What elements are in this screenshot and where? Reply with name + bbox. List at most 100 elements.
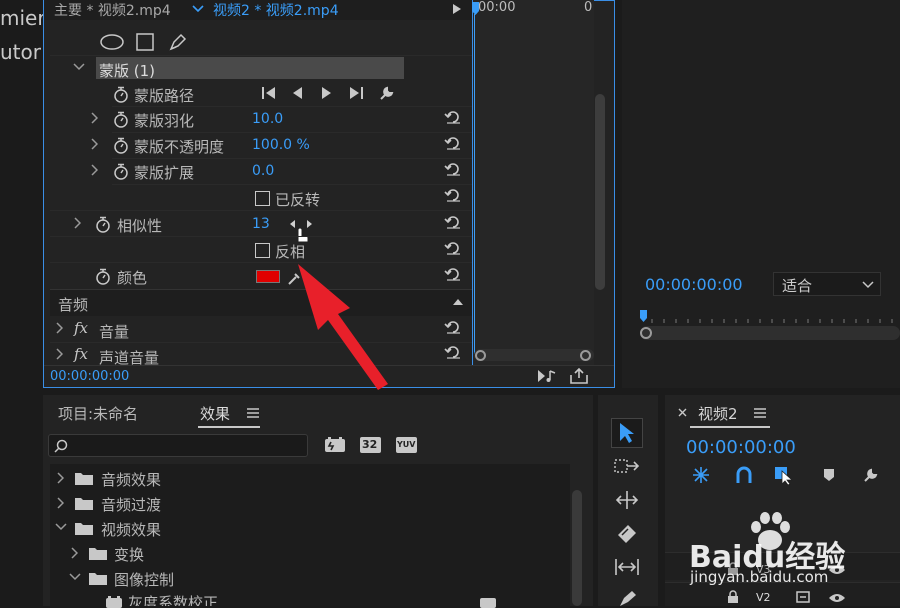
tab-active-clip[interactable]: 视频2 * 视频2.mp4 — [213, 0, 339, 20]
color-swatch[interactable] — [256, 270, 280, 283]
chevron-right-icon[interactable] — [90, 112, 98, 124]
mask-name: 蒙版 (1) — [99, 62, 156, 80]
chevron-right-icon[interactable] — [90, 138, 98, 150]
chevron-right-icon[interactable] — [70, 547, 78, 559]
track-select-tool-icon[interactable] — [614, 458, 640, 474]
opacity-value[interactable]: 100.0 % — [252, 137, 310, 153]
collapse-up-icon[interactable] — [452, 298, 464, 306]
zoom-scrollbar[interactable] — [474, 349, 594, 361]
reset-icon[interactable] — [444, 215, 462, 229]
stopwatch-icon[interactable] — [95, 268, 111, 285]
audio-section-header[interactable] — [50, 289, 472, 316]
track-backward-icon[interactable] — [291, 86, 303, 100]
track-next-frame-icon[interactable] — [348, 86, 364, 100]
hamburger-menu-icon[interactable] — [247, 408, 259, 418]
chevron-down-icon — [862, 280, 874, 290]
chevron-right-icon[interactable] — [90, 164, 98, 176]
ruler-start-label: 00:00 — [478, 0, 516, 15]
zoom-handle-left[interactable] — [475, 350, 486, 361]
lock-icon[interactable] — [727, 590, 739, 604]
nest-toggle-icon[interactable] — [691, 466, 711, 484]
linked-selection-icon[interactable] — [773, 465, 795, 485]
wrench-icon[interactable] — [378, 84, 396, 102]
chevron-down-icon[interactable] — [69, 572, 81, 582]
pen-tool-icon[interactable] — [618, 590, 638, 606]
vertical-scrollbar[interactable] — [595, 94, 605, 290]
ruler-end-label: 0 — [584, 0, 593, 15]
effect-controls-timecode[interactable]: 00:00:00:00 — [50, 369, 129, 384]
folder-icon — [75, 471, 93, 485]
stopwatch-icon[interactable] — [113, 137, 129, 154]
program-time-ruler[interactable] — [640, 310, 900, 324]
pen-mask-icon[interactable] — [168, 32, 188, 52]
track-forward-icon[interactable] — [321, 86, 333, 100]
program-scroll-handle[interactable] — [640, 327, 652, 339]
reset-icon[interactable] — [444, 345, 462, 359]
sequence-name[interactable]: 视频2 — [698, 403, 738, 424]
stopwatch-icon[interactable] — [113, 86, 129, 103]
program-timecode[interactable]: 00:00:00:00 — [645, 275, 743, 294]
razor-tool-icon[interactable] — [616, 523, 638, 543]
chevron-right-icon[interactable] — [55, 322, 63, 334]
ripple-edit-tool-icon[interactable] — [614, 490, 640, 510]
tree-label-transform: 变换 — [114, 546, 145, 564]
invert-checkbox[interactable] — [255, 243, 270, 258]
tab-effects[interactable]: 效果 — [200, 403, 230, 424]
effects-tree-scrollbar[interactable] — [572, 490, 582, 606]
play-audio-icon[interactable] — [537, 369, 557, 383]
stopwatch-icon[interactable] — [113, 111, 129, 128]
timeline-settings-wrench-icon[interactable] — [862, 466, 880, 484]
similarity-value[interactable]: 13 — [252, 216, 270, 232]
effects-search-input[interactable] — [48, 434, 308, 457]
sync-lock-icon[interactable] — [796, 591, 810, 603]
rectangle-mask-icon[interactable] — [136, 33, 154, 51]
program-scrollbar[interactable] — [640, 326, 900, 340]
track-previous-frame-icon[interactable] — [261, 86, 277, 100]
folder-icon — [75, 496, 93, 510]
chevron-down-icon[interactable] — [73, 62, 85, 72]
32bit-filter-label: 32 — [362, 438, 378, 451]
reset-icon[interactable] — [444, 188, 462, 202]
fx-icon[interactable]: fx — [74, 319, 88, 337]
reset-icon[interactable] — [444, 162, 462, 176]
mask-path-label: 蒙版路径 — [134, 87, 195, 105]
reset-icon[interactable] — [444, 267, 462, 281]
volume-label: 音量 — [99, 323, 130, 341]
fx-icon[interactable]: fx — [74, 345, 88, 363]
playhead-line — [474, 14, 475, 354]
export-icon[interactable] — [570, 368, 588, 384]
reset-icon[interactable] — [444, 136, 462, 150]
effect-timeline-area[interactable] — [472, 0, 594, 365]
chevron-down-icon[interactable] — [192, 4, 204, 14]
stopwatch-icon[interactable] — [95, 216, 111, 233]
chevron-right-icon[interactable] — [55, 348, 63, 360]
chevron-down-icon[interactable] — [55, 522, 67, 532]
effect-preset-icon — [106, 596, 122, 608]
snap-magnet-icon[interactable] — [735, 466, 753, 484]
tab-project[interactable]: 项目:未命名 — [58, 403, 138, 424]
folder-icon — [89, 546, 107, 560]
yuv-filter-label: YUV — [397, 440, 416, 449]
add-marker-icon[interactable] — [823, 468, 835, 482]
play-only-icon[interactable] — [452, 3, 462, 15]
eye-icon[interactable] — [828, 593, 846, 603]
tab-main-clip[interactable]: 主要 * 视频2.mp4 — [54, 0, 171, 20]
timeline-timecode[interactable]: 00:00:00:00 — [686, 437, 796, 458]
accelerated-effects-icon[interactable] — [325, 437, 345, 453]
ellipse-mask-icon[interactable] — [100, 34, 124, 50]
hamburger-menu-icon[interactable] — [754, 408, 766, 418]
reset-icon[interactable] — [444, 320, 462, 334]
expansion-value[interactable]: 0.0 — [252, 163, 274, 179]
chevron-right-icon[interactable] — [73, 217, 81, 229]
feather-value[interactable]: 10.0 — [252, 111, 283, 127]
chevron-right-icon[interactable] — [56, 472, 64, 484]
reset-icon[interactable] — [444, 241, 462, 255]
close-icon[interactable] — [678, 408, 687, 417]
inverted-checkbox[interactable] — [255, 191, 270, 206]
slip-tool-icon[interactable] — [614, 558, 640, 576]
reset-icon[interactable] — [444, 110, 462, 124]
zoom-handle-right[interactable] — [580, 350, 591, 361]
chevron-right-icon[interactable] — [56, 497, 64, 509]
stopwatch-icon[interactable] — [113, 163, 129, 180]
tree-label-gamma-correction: 灰度系数校正 — [128, 594, 219, 606]
